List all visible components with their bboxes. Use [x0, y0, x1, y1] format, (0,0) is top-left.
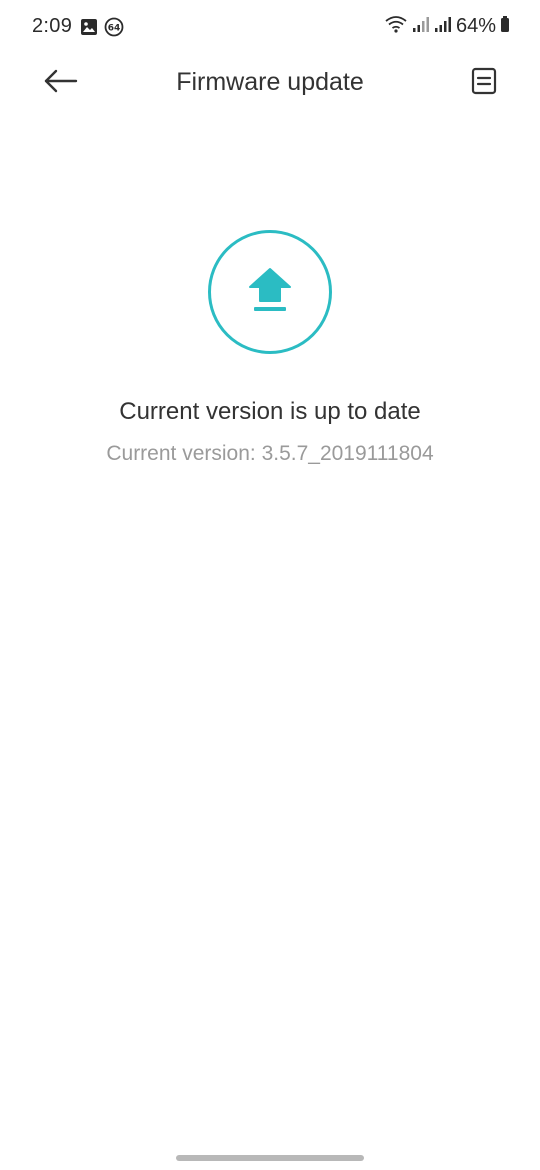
wifi-icon — [384, 14, 408, 39]
battery-percent: 64% — [455, 15, 496, 37]
signal-icon — [434, 15, 452, 38]
notification-64-icon: 64 — [104, 17, 124, 42]
battery-icon — [500, 15, 510, 38]
status-left-icons: 64 — [80, 17, 124, 42]
current-version-text: Current version: 3.5.7_2019111804 — [106, 442, 434, 465]
status-time: 2:09 — [32, 15, 73, 37]
update-status-heading: Current version is up to date — [119, 398, 421, 425]
upload-status-circle — [208, 230, 332, 354]
home-indicator[interactable] — [176, 1155, 364, 1161]
gallery-icon — [80, 18, 98, 41]
log-button[interactable] — [464, 64, 504, 102]
firmware-update-screen: 2:09 64 64% Firmware update Current vers… — [0, 0, 540, 1170]
status-right: 64% — [384, 14, 510, 39]
upload-icon — [248, 267, 292, 318]
page-title: Firmware update — [176, 68, 364, 96]
app-bar: Firmware update — [0, 54, 540, 112]
status-bar: 2:09 64 64% — [0, 0, 540, 54]
notification-badge-text: 64 — [108, 24, 121, 34]
document-icon — [471, 67, 497, 100]
signal-icon — [412, 15, 430, 38]
